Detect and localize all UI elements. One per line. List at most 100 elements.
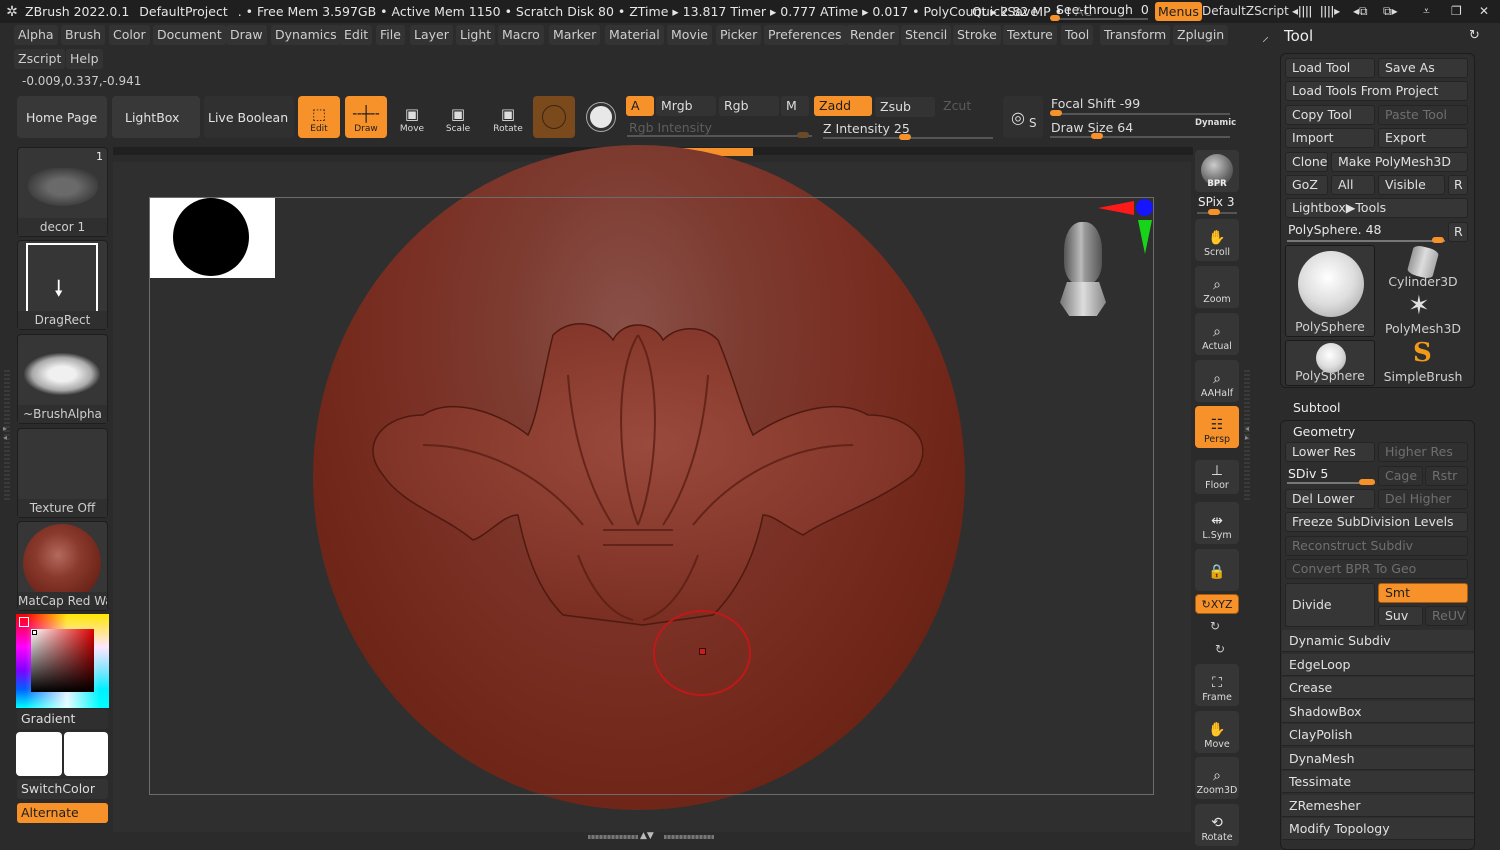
layout-next-icon[interactable]: ⧉▸: [1383, 2, 1398, 21]
dynamic-toggle[interactable]: Dynamic: [1195, 118, 1236, 128]
import-button[interactable]: Import: [1285, 128, 1375, 148]
menu-edit[interactable]: Edit: [340, 25, 373, 45]
lightbox-tools-button[interactable]: Lightbox▶Tools: [1285, 198, 1468, 218]
move-mode-button[interactable]: ▣ Move: [391, 96, 433, 138]
stroke-selector[interactable]: 🠗 DragRect: [17, 240, 108, 330]
scale-mode-button[interactable]: ▣ Scale: [437, 96, 479, 138]
draw-size-slider[interactable]: [1050, 136, 1230, 138]
bottom-tray-handle[interactable]: ▲▼: [588, 831, 714, 841]
tool-thumb-cylinder3d[interactable]: Cylinder3D: [1378, 244, 1468, 291]
texture-selector[interactable]: Texture Off: [17, 428, 108, 518]
floor-button[interactable]: ⊥ Floor: [1195, 460, 1239, 494]
frame-button[interactable]: ⛶ Frame: [1195, 664, 1239, 706]
geometry-header[interactable]: Geometry: [1293, 424, 1355, 439]
close-icon[interactable]: ✕: [1479, 2, 1489, 21]
m-button[interactable]: M: [781, 96, 809, 116]
tool-thumb-polysphere[interactable]: PolySphere: [1285, 245, 1375, 337]
lower-res-button[interactable]: Lower Res: [1285, 442, 1375, 462]
mrgb-button[interactable]: Mrgb: [656, 96, 716, 116]
menu-picker[interactable]: Picker: [716, 25, 762, 45]
goz-r-button[interactable]: R: [1448, 175, 1468, 195]
menu-light[interactable]: Light: [456, 25, 496, 45]
rgb-intensity-slider[interactable]: [627, 135, 812, 137]
cage-button[interactable]: Cage: [1378, 466, 1423, 486]
divide-button[interactable]: Divide: [1285, 583, 1375, 627]
aahalf-button[interactable]: ⌕ AAHalf: [1195, 360, 1239, 402]
rotate-mode-button[interactable]: ▣ Rotate: [487, 96, 529, 138]
rotate-3d-button[interactable]: ⟲ Rotate: [1195, 804, 1239, 846]
menu-zscript[interactable]: Zscript: [14, 49, 66, 69]
focal-shift-knob[interactable]: [1050, 110, 1062, 116]
layout-prev-icon[interactable]: ◂⧉: [1353, 2, 1368, 21]
goz-visible-button[interactable]: Visible: [1378, 175, 1445, 195]
menus-toggle[interactable]: Menus: [1155, 2, 1202, 21]
material-swatch-button[interactable]: [533, 96, 575, 138]
left-tray-toggle-icon[interactable]: ▸ ◂: [3, 424, 7, 442]
material-selector[interactable]: MatCap Red Wax: [17, 521, 108, 611]
smt-toggle[interactable]: Smt: [1378, 583, 1468, 603]
saturation-value-square[interactable]: [31, 629, 94, 692]
claypolish-section[interactable]: ClayPolish: [1282, 724, 1474, 746]
sv-marker[interactable]: [32, 630, 37, 635]
tool-slider-knob[interactable]: [1432, 237, 1444, 243]
menu-material[interactable]: Material: [605, 25, 664, 45]
menu-dynamics[interactable]: Dynamics: [271, 25, 341, 45]
zsub-button[interactable]: Zsub: [875, 97, 935, 117]
menu-document[interactable]: Document: [153, 25, 226, 45]
clone-button[interactable]: Clone: [1285, 152, 1328, 172]
alternate-button[interactable]: Alternate: [17, 803, 108, 823]
persp-button[interactable]: ☷ Persp: [1195, 406, 1239, 448]
tool-palette-title[interactable]: Tool: [1284, 27, 1313, 45]
zoom-button[interactable]: ⌕ Zoom: [1195, 266, 1239, 308]
lightbox-button[interactable]: LightBox: [112, 96, 200, 138]
menu-alpha[interactable]: Alpha: [14, 25, 58, 45]
reconstruct-subdiv-button[interactable]: Reconstruct Subdiv: [1285, 536, 1468, 556]
tool-thumb-simplebrush[interactable]: S SimpleBrush: [1378, 338, 1468, 386]
reuv-toggle[interactable]: ReUV: [1425, 606, 1468, 626]
menu-tool[interactable]: Tool: [1061, 25, 1094, 45]
hue-marker[interactable]: [19, 617, 29, 627]
subtool-header[interactable]: Subtool: [1293, 400, 1340, 415]
see-through-slider[interactable]: See-through 0: [1050, 1, 1150, 21]
see-through-knob[interactable]: [1050, 15, 1060, 21]
rgb-button[interactable]: Rgb: [719, 96, 779, 116]
del-higher-button[interactable]: Del Higher: [1378, 489, 1468, 509]
rgb-intensity-knob[interactable]: [797, 132, 809, 138]
menu-texture[interactable]: Texture: [1003, 25, 1057, 45]
rotate-z-button[interactable]: ↻: [1215, 642, 1225, 656]
scroll-button[interactable]: ✋ Scroll: [1195, 219, 1239, 261]
tool-slider[interactable]: [1287, 240, 1445, 242]
menu-layer[interactable]: Layer: [410, 25, 453, 45]
home-page-button[interactable]: Home Page: [17, 96, 107, 138]
default-zscript-button[interactable]: DefaultZScript: [1202, 2, 1289, 21]
goz-button[interactable]: GoZ: [1285, 175, 1328, 195]
goz-all-button[interactable]: All: [1331, 175, 1375, 195]
spix-knob[interactable]: [1208, 209, 1220, 215]
menu-stencil[interactable]: Stencil: [901, 25, 952, 45]
zremesher-section[interactable]: ZRemesher: [1282, 795, 1474, 817]
tessimate-section[interactable]: Tessimate: [1282, 771, 1474, 793]
edit-mode-button[interactable]: ⬚ Edit: [298, 96, 340, 138]
copy-tool-button[interactable]: Copy Tool: [1285, 105, 1375, 125]
menu-macro[interactable]: Macro: [498, 25, 544, 45]
zcut-button[interactable]: Zcut: [938, 96, 988, 116]
live-boolean-button[interactable]: Live Boolean: [204, 96, 294, 138]
rotate-xyz-button[interactable]: ↻XYZ: [1195, 594, 1239, 614]
bpr-button[interactable]: BPR: [1195, 150, 1239, 192]
navigation-head-gizmo[interactable]: [1060, 222, 1106, 317]
main-color-swatch[interactable]: [16, 732, 62, 776]
menu-color[interactable]: Color: [109, 25, 150, 45]
menu-brush[interactable]: Brush: [61, 25, 106, 45]
rotate-y-button[interactable]: ↻: [1210, 619, 1220, 633]
actual-button[interactable]: ⌕ Actual: [1195, 313, 1239, 355]
rstr-button[interactable]: Rstr: [1425, 466, 1468, 486]
modify-topology-section[interactable]: Modify Topology: [1282, 818, 1474, 840]
suv-toggle[interactable]: Suv: [1378, 606, 1423, 626]
del-lower-button[interactable]: Del Lower: [1285, 489, 1375, 509]
zoom3d-button[interactable]: ⌕ Zoom3D: [1195, 757, 1239, 799]
lazy-mouse-button[interactable]: ◎ S: [1003, 96, 1043, 138]
make-polymesh3d-button[interactable]: Make PolyMesh3D: [1331, 152, 1468, 172]
paste-tool-button[interactable]: Paste Tool: [1378, 105, 1468, 125]
secondary-color-swatch[interactable]: [64, 732, 108, 776]
lsym-button[interactable]: ⇹ L.Sym: [1195, 502, 1239, 544]
